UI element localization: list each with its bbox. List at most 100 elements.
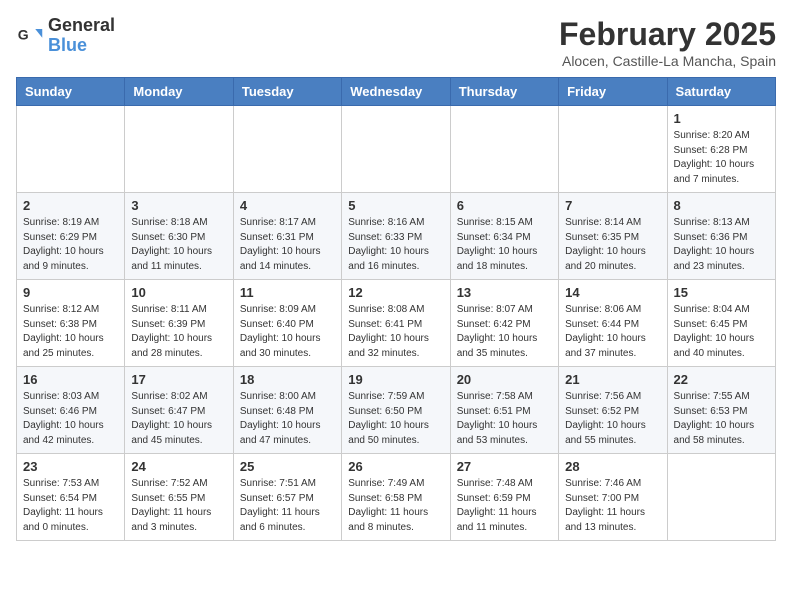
day-number: 22 [674,372,769,387]
calendar-cell [667,454,775,541]
calendar-week-5: 23Sunrise: 7:53 AM Sunset: 6:54 PM Dayli… [17,454,776,541]
calendar-cell: 26 Sunrise: 7:49 AM Sunset: 6:58 PM Dayli… [342,454,450,541]
calendar-cell: 19 Sunrise: 7:59 AM Sunset: 6:50 PM Dayli… [342,367,450,454]
day-number: 19 [348,372,443,387]
day-number: 28 [565,459,660,474]
day-info: Sunrise: 7:59 AM Sunset: 6:50 PM Dayligh… [348,390,443,448]
day-info: Sunrise: 8:17 AM Sunset: 6:31 PM Dayligh… [240,216,335,274]
day-info: Sunrise: 8:15 AM Sunset: 6:34 PM Dayligh… [457,216,552,274]
day-number: 14 [565,285,660,300]
day-number: 11 [240,285,335,300]
column-header-thursday: Thursday [450,78,558,106]
day-number: 10 [131,285,226,300]
day-number: 1 [674,111,769,126]
column-header-wednesday: Wednesday [342,78,450,106]
calendar-header-row: SundayMondayTuesdayWednesdayThursdayFrid… [17,78,776,106]
calendar-cell [559,106,667,193]
calendar-cell [450,106,558,193]
day-info: Sunrise: 7:58 AM Sunset: 6:51 PM Dayligh… [457,390,552,448]
day-number: 12 [348,285,443,300]
calendar-cell: 27 Sunrise: 7:48 AM Sunset: 6:59 PM Dayli… [450,454,558,541]
calendar-table: SundayMondayTuesdayWednesdayThursdayFrid… [16,77,776,541]
calendar-cell: 10 Sunrise: 8:11 AM Sunset: 6:39 PM Dayli… [125,280,233,367]
day-number: 17 [131,372,226,387]
day-info: Sunrise: 8:06 AM Sunset: 6:44 PM Dayligh… [565,303,660,361]
page-header: G General Blue February 2025 Alocen, Cas… [16,16,776,69]
calendar-cell [17,106,125,193]
calendar-cell: 17 Sunrise: 8:02 AM Sunset: 6:47 PM Dayli… [125,367,233,454]
calendar-cell: 8 Sunrise: 8:13 AM Sunset: 6:36 PM Daylig… [667,193,775,280]
month-title: February 2025 [559,16,776,53]
calendar-cell [125,106,233,193]
logo-icon: G [16,22,44,50]
day-info: Sunrise: 8:12 AM Sunset: 6:38 PM Dayligh… [23,303,118,361]
day-number: 27 [457,459,552,474]
calendar-cell: 14 Sunrise: 8:06 AM Sunset: 6:44 PM Dayli… [559,280,667,367]
day-info: Sunrise: 8:02 AM Sunset: 6:47 PM Dayligh… [131,390,226,448]
day-info: Sunrise: 8:09 AM Sunset: 6:40 PM Dayligh… [240,303,335,361]
calendar-cell [342,106,450,193]
calendar-cell: 6Sunrise: 8:15 AM Sunset: 6:34 PM Daylig… [450,193,558,280]
calendar-cell: 3 Sunrise: 8:18 AM Sunset: 6:30 PM Daylig… [125,193,233,280]
calendar-cell: 20 Sunrise: 7:58 AM Sunset: 6:51 PM Dayli… [450,367,558,454]
day-info: Sunrise: 8:16 AM Sunset: 6:33 PM Dayligh… [348,216,443,274]
day-number: 26 [348,459,443,474]
day-info: Sunrise: 7:56 AM Sunset: 6:52 PM Dayligh… [565,390,660,448]
day-info: Sunrise: 7:52 AM Sunset: 6:55 PM Dayligh… [131,477,226,535]
calendar-cell: 23Sunrise: 7:53 AM Sunset: 6:54 PM Dayli… [17,454,125,541]
day-number: 20 [457,372,552,387]
day-info: Sunrise: 7:49 AM Sunset: 6:58 PM Dayligh… [348,477,443,535]
day-number: 15 [674,285,769,300]
calendar-cell: 15 Sunrise: 8:04 AM Sunset: 6:45 PM Dayli… [667,280,775,367]
day-info: Sunrise: 7:55 AM Sunset: 6:53 PM Dayligh… [674,390,769,448]
day-number: 3 [131,198,226,213]
day-info: Sunrise: 8:07 AM Sunset: 6:42 PM Dayligh… [457,303,552,361]
day-number: 13 [457,285,552,300]
day-info: Sunrise: 8:20 AM Sunset: 6:28 PM Dayligh… [674,129,769,187]
column-header-friday: Friday [559,78,667,106]
day-number: 7 [565,198,660,213]
day-info: Sunrise: 8:18 AM Sunset: 6:30 PM Dayligh… [131,216,226,274]
day-info: Sunrise: 8:03 AM Sunset: 6:46 PM Dayligh… [23,390,118,448]
calendar-cell: 24 Sunrise: 7:52 AM Sunset: 6:55 PM Dayli… [125,454,233,541]
day-info: Sunrise: 8:04 AM Sunset: 6:45 PM Dayligh… [674,303,769,361]
calendar-cell: 21Sunrise: 7:56 AM Sunset: 6:52 PM Dayli… [559,367,667,454]
calendar-cell: 25 Sunrise: 7:51 AM Sunset: 6:57 PM Dayli… [233,454,341,541]
day-number: 25 [240,459,335,474]
day-info: Sunrise: 8:00 AM Sunset: 6:48 PM Dayligh… [240,390,335,448]
day-number: 16 [23,372,118,387]
day-number: 8 [674,198,769,213]
calendar-week-2: 2Sunrise: 8:19 AM Sunset: 6:29 PM Daylig… [17,193,776,280]
title-block: February 2025 Alocen, Castille-La Mancha… [559,16,776,69]
location-subtitle: Alocen, Castille-La Mancha, Spain [559,53,776,69]
day-number: 9 [23,285,118,300]
calendar-cell: 12 Sunrise: 8:08 AM Sunset: 6:41 PM Dayli… [342,280,450,367]
calendar-cell: 5 Sunrise: 8:16 AM Sunset: 6:33 PM Daylig… [342,193,450,280]
day-info: Sunrise: 7:53 AM Sunset: 6:54 PM Dayligh… [23,477,118,535]
column-header-monday: Monday [125,78,233,106]
calendar-cell: 1 Sunrise: 8:20 AM Sunset: 6:28 PM Daylig… [667,106,775,193]
day-info: Sunrise: 8:11 AM Sunset: 6:39 PM Dayligh… [131,303,226,361]
column-header-saturday: Saturday [667,78,775,106]
day-number: 4 [240,198,335,213]
day-info: Sunrise: 7:51 AM Sunset: 6:57 PM Dayligh… [240,477,335,535]
day-info: Sunrise: 8:19 AM Sunset: 6:29 PM Dayligh… [23,216,118,274]
column-header-sunday: Sunday [17,78,125,106]
day-number: 5 [348,198,443,213]
day-info: Sunrise: 8:14 AM Sunset: 6:35 PM Dayligh… [565,216,660,274]
day-info: Sunrise: 8:08 AM Sunset: 6:41 PM Dayligh… [348,303,443,361]
svg-text:G: G [18,26,29,42]
calendar-week-3: 9 Sunrise: 8:12 AM Sunset: 6:38 PM Daylig… [17,280,776,367]
calendar-cell: 28Sunrise: 7:46 AM Sunset: 7:00 PM Dayli… [559,454,667,541]
logo-text: General Blue [48,16,115,56]
logo: G General Blue [16,16,115,56]
calendar-cell [233,106,341,193]
calendar-week-4: 16 Sunrise: 8:03 AM Sunset: 6:46 PM Dayli… [17,367,776,454]
day-number: 24 [131,459,226,474]
calendar-cell: 2Sunrise: 8:19 AM Sunset: 6:29 PM Daylig… [17,193,125,280]
column-header-tuesday: Tuesday [233,78,341,106]
calendar-cell: 18 Sunrise: 8:00 AM Sunset: 6:48 PM Dayli… [233,367,341,454]
day-info: Sunrise: 7:48 AM Sunset: 6:59 PM Dayligh… [457,477,552,535]
day-info: Sunrise: 8:13 AM Sunset: 6:36 PM Dayligh… [674,216,769,274]
day-number: 18 [240,372,335,387]
